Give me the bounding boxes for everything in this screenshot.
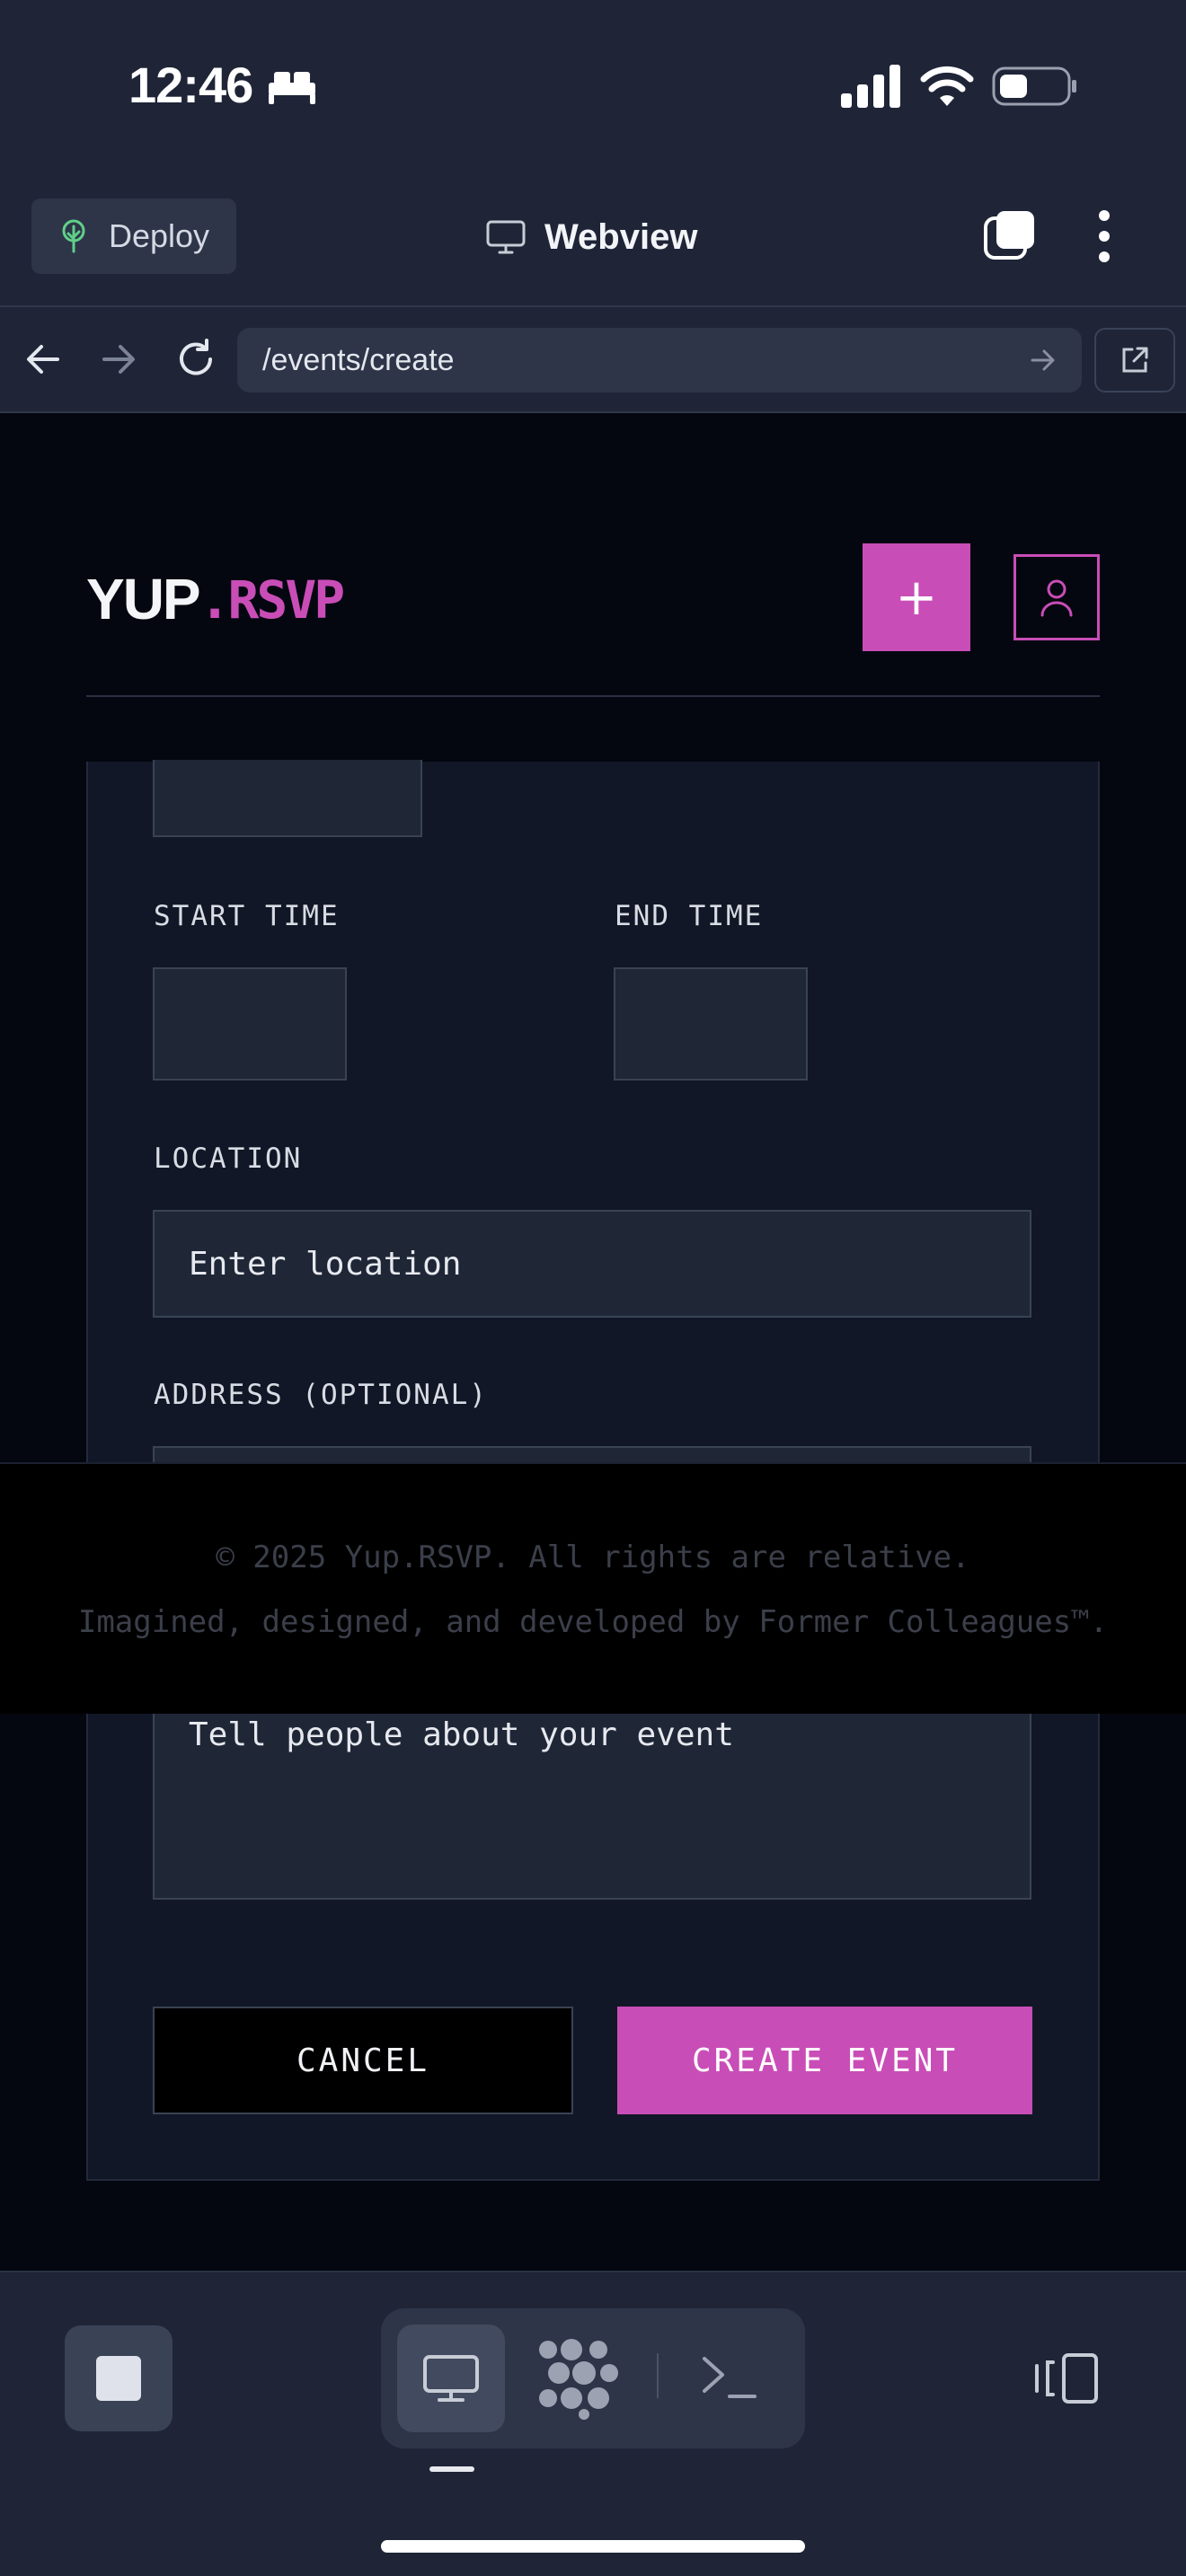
- cellular-signal-icon: [841, 65, 900, 108]
- location-label: LOCATION: [154, 1142, 303, 1175]
- deploy-label: Deploy: [109, 217, 210, 254]
- agent-dots-icon[interactable]: [535, 2337, 622, 2420]
- start-time-label: START TIME: [154, 900, 340, 932]
- profile-button[interactable]: [1013, 554, 1100, 640]
- description-textarea[interactable]: Tell people about your event: [153, 1702, 1031, 1900]
- start-time-input[interactable]: [153, 967, 347, 1081]
- wifi-icon: [920, 66, 974, 106]
- active-tab-indicator: [429, 2466, 474, 2472]
- date-input[interactable]: [153, 760, 422, 837]
- footer-credits: Imagined, designed, and developed by For…: [77, 1604, 1109, 1640]
- logo-text: YUP: [86, 567, 201, 631]
- tabs-icon[interactable]: [983, 208, 1037, 262]
- deploy-button[interactable]: Deploy: [31, 198, 236, 274]
- create-event-button[interactable]: CREATE EVENT: [617, 2007, 1032, 2114]
- end-time-label: END TIME: [615, 900, 764, 932]
- go-arrow-icon[interactable]: [1030, 347, 1057, 374]
- location-placeholder: Enter location: [189, 1245, 462, 1283]
- footer-copyright: © 2025 Yup.RSVP. All rights are relative…: [216, 1539, 970, 1575]
- stop-icon: [96, 2356, 141, 2401]
- header-divider: [86, 695, 1100, 697]
- url-input[interactable]: /events/create: [237, 328, 1082, 393]
- terminal-icon[interactable]: [699, 2350, 762, 2404]
- tree-icon: [62, 219, 85, 253]
- monitor-icon: [486, 220, 526, 254]
- end-time-input[interactable]: [614, 967, 808, 1081]
- address-label: ADDRESS (OPTIONAL): [154, 1379, 488, 1411]
- new-event-button[interactable]: +: [863, 543, 970, 651]
- bed-icon: [269, 72, 315, 104]
- switcher-divider: [657, 2353, 659, 2398]
- site-logo[interactable]: YUP .RSVP: [86, 566, 346, 632]
- description-placeholder: Tell people about your event: [189, 1716, 734, 1753]
- reload-icon[interactable]: [174, 338, 217, 381]
- webview-title: Webview: [485, 212, 697, 262]
- cancel-button[interactable]: CANCEL: [153, 2007, 573, 2114]
- location-input[interactable]: Enter location: [153, 1210, 1031, 1318]
- webview-label: Webview: [544, 216, 698, 257]
- side-panel-icon[interactable]: [1033, 2351, 1100, 2405]
- forward-arrow-icon[interactable]: [101, 341, 137, 377]
- logo-accent-text: .RSVP: [199, 569, 346, 631]
- status-time: 12:46: [128, 57, 253, 113]
- more-vertical-icon[interactable]: [1091, 208, 1118, 264]
- webview-tab[interactable]: [397, 2325, 505, 2432]
- back-arrow-icon[interactable]: [25, 341, 61, 377]
- site-footer: [0, 1462, 1186, 1714]
- stop-button[interactable]: [65, 2325, 173, 2431]
- url-text: /events/create: [262, 342, 455, 377]
- home-indicator: [381, 2540, 805, 2553]
- monitor-icon: [423, 2355, 479, 2402]
- external-link-button[interactable]: [1094, 328, 1175, 393]
- battery-icon: [992, 66, 1076, 106]
- external-link-icon: [1122, 347, 1148, 373]
- user-icon: [1040, 579, 1073, 617]
